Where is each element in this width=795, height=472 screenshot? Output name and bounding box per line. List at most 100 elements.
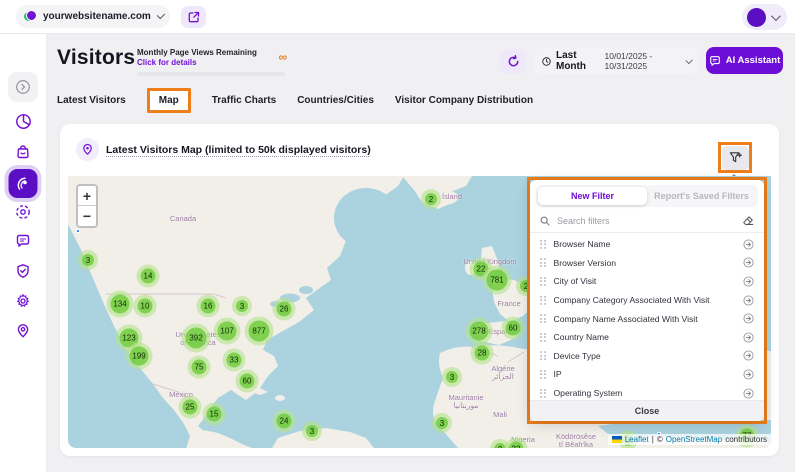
filter-item-ip[interactable]: IP xyxy=(530,365,764,384)
filter-close-button[interactable]: Close xyxy=(530,400,764,421)
arrow-right-circle-icon[interactable] xyxy=(743,388,754,399)
visitor-cluster-bubble[interactable]: 3 xyxy=(232,296,252,316)
arrow-right-circle-icon[interactable] xyxy=(743,369,754,380)
filter-item-operating-system[interactable]: Operating System xyxy=(530,384,764,400)
drag-handle-icon[interactable] xyxy=(540,258,546,267)
filter-item-label: City of Visit xyxy=(554,276,736,286)
arrow-right-circle-icon[interactable] xyxy=(743,257,754,268)
visitor-cluster-bubble[interactable]: 26 xyxy=(273,298,296,321)
sidebar-item-collapse[interactable] xyxy=(8,72,38,102)
visitor-cluster-bubble[interactable]: 3 xyxy=(78,250,98,270)
sidebar-item-visitors[interactable] xyxy=(9,169,38,198)
sidebar-item-location[interactable] xyxy=(8,316,38,346)
drag-handle-icon[interactable] xyxy=(540,370,546,379)
filter-search-input[interactable] xyxy=(557,216,735,226)
quota-progress-bar xyxy=(137,72,285,76)
zoom-out-button[interactable]: − xyxy=(78,206,96,226)
visitor-cluster-bubble[interactable]: 24 xyxy=(273,410,296,433)
filter-item-label: Device Type xyxy=(554,351,736,361)
arrow-right-circle-icon[interactable] xyxy=(743,239,754,250)
visitor-cluster-bubble[interactable]: 781 xyxy=(483,266,512,295)
visitor-cluster-bubble[interactable]: 15 xyxy=(203,403,226,426)
drag-handle-icon[interactable] xyxy=(540,351,546,360)
cluster-count: 15 xyxy=(207,407,222,422)
eraser-icon[interactable] xyxy=(742,215,754,227)
tab-map[interactable]: Map xyxy=(147,88,191,113)
visitor-cluster-bubble[interactable]: 278 xyxy=(466,318,493,345)
arrow-right-circle-icon[interactable] xyxy=(743,350,754,361)
arrow-right-circle-icon[interactable] xyxy=(743,313,754,324)
cluster-count: 33 xyxy=(227,353,242,368)
website-selector[interactable]: yourwebsitename.com xyxy=(16,5,170,28)
visitor-cluster-bubble[interactable]: 25 xyxy=(179,396,202,419)
visitor-cluster-bubble[interactable]: 28 xyxy=(471,342,494,365)
ai-assistant-button[interactable]: AI Assistant xyxy=(706,47,783,74)
gear-icon xyxy=(15,293,31,309)
arrow-right-circle-icon[interactable] xyxy=(743,332,754,343)
leaflet-link[interactable]: Leaflet xyxy=(625,435,649,444)
ai-assistant-label: AI Assistant xyxy=(726,55,781,66)
drag-handle-icon[interactable] xyxy=(540,296,546,305)
visitor-cluster-bubble[interactable]: 877 xyxy=(245,317,274,346)
shopping-bag-icon xyxy=(15,144,31,160)
visitor-cluster-bubble[interactable]: 2 xyxy=(421,189,441,209)
visitors-radar-icon xyxy=(15,176,31,192)
arrow-right-circle-icon[interactable] xyxy=(743,295,754,306)
sidebar-item-communication[interactable] xyxy=(8,226,38,256)
openstreetmap-link[interactable]: OpenStreetMap xyxy=(666,435,722,444)
filter-item-label: Operating System xyxy=(554,388,736,398)
drag-handle-icon[interactable] xyxy=(540,389,546,398)
visitor-cluster-bubble[interactable]: 3 xyxy=(302,421,322,441)
visitor-cluster-bubble[interactable]: 107 xyxy=(214,318,241,345)
tab-countries-cities[interactable]: Countries/Cities xyxy=(297,89,374,112)
date-range-picker[interactable]: Last Month 10/01/2025 - 10/31/2025 xyxy=(534,48,699,74)
filter-item-company-category-associated-with-visit[interactable]: Company Category Associated With Visit xyxy=(530,291,764,310)
drag-handle-icon[interactable] xyxy=(540,240,546,249)
filter-item-browser-version[interactable]: Browser Version xyxy=(530,254,764,273)
zoom-in-button[interactable]: + xyxy=(78,186,96,206)
filter-item-device-type[interactable]: Device Type xyxy=(530,347,764,366)
visitor-cluster-bubble[interactable]: 16 xyxy=(197,295,220,318)
filter-button[interactable] xyxy=(722,146,749,170)
visitor-cluster-bubble[interactable]: 10 xyxy=(134,295,157,318)
sidebar-item-ecommerce[interactable] xyxy=(8,137,38,167)
external-link-icon xyxy=(188,11,200,23)
visitor-cluster-bubble[interactable]: 14 xyxy=(137,265,160,288)
visitor-cluster-bubble[interactable]: 392 xyxy=(182,324,211,353)
sidebar-item-dashboard[interactable] xyxy=(8,106,38,136)
drag-handle-icon[interactable] xyxy=(540,314,546,323)
tab-traffic-charts[interactable]: Traffic Charts xyxy=(212,89,276,112)
cluster-count: 3 xyxy=(82,254,94,266)
arrow-right-circle-icon[interactable] xyxy=(743,276,754,287)
visitor-cluster-bubble[interactable]: 3 xyxy=(442,367,462,387)
sidebar-item-behavior[interactable] xyxy=(8,197,38,227)
visitor-cluster-bubble[interactable]: 33 xyxy=(223,349,246,372)
drag-handle-icon[interactable] xyxy=(540,277,546,286)
filter-item-city-of-visit[interactable]: City of Visit xyxy=(530,272,764,291)
visitor-cluster-bubble[interactable]: 134 xyxy=(107,291,134,318)
cluster-count: 25 xyxy=(183,400,198,415)
filter-tab-new-filter[interactable]: New Filter xyxy=(538,187,647,205)
drag-handle-icon[interactable] xyxy=(540,333,546,342)
quota-details-link[interactable]: Click for details xyxy=(137,58,285,67)
tab-visitor-company-distribution[interactable]: Visitor Company Distribution xyxy=(395,89,533,112)
map-label: France xyxy=(497,300,520,308)
visitor-cluster-bubble[interactable]: 199 xyxy=(126,343,153,370)
attribution-separator: | xyxy=(652,435,654,444)
filter-tab-report-s-saved-filters[interactable]: Report's Saved Filters xyxy=(647,187,756,205)
filter-item-label: Company Category Associated With Visit xyxy=(554,295,736,305)
open-website-button[interactable] xyxy=(181,6,206,28)
visitor-cluster-bubble[interactable]: 75 xyxy=(188,356,211,379)
tab-latest-visitors[interactable]: Latest Visitors xyxy=(57,89,126,112)
filter-item-company-name-associated-with-visit[interactable]: Company Name Associated With Visit xyxy=(530,309,764,328)
cluster-count: 28 xyxy=(475,346,490,361)
visitor-cluster-bubble[interactable]: 60 xyxy=(502,317,525,340)
sidebar-item-privacy[interactable] xyxy=(8,256,38,286)
filter-item-browser-name[interactable]: Browser Name xyxy=(530,235,764,254)
filter-item-country-name[interactable]: Country Name xyxy=(530,328,764,347)
sidebar-item-settings[interactable] xyxy=(8,286,38,316)
user-menu[interactable] xyxy=(742,4,787,30)
visitor-cluster-bubble[interactable]: 3 xyxy=(432,413,452,433)
visitor-cluster-bubble[interactable]: 60 xyxy=(236,370,259,393)
refresh-button[interactable] xyxy=(500,49,526,74)
